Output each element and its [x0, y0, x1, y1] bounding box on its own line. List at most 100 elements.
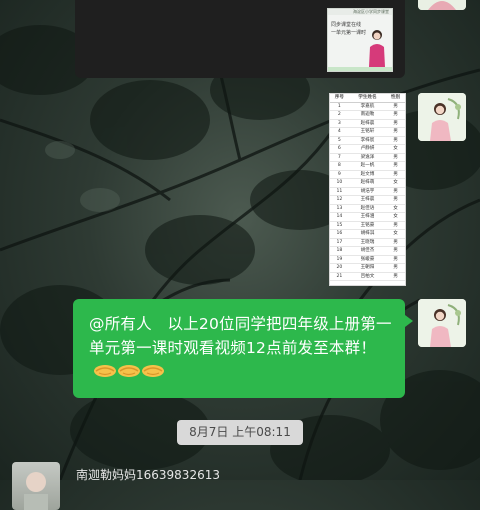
roster-cell-name: 王梓涵 — [348, 212, 387, 222]
roster-row: 8 赵一帆男 — [330, 161, 405, 171]
roster-cell-name: 王晓瑞 — [348, 238, 387, 247]
roster-cell-gender: 女 — [386, 178, 405, 188]
roster-row: 2 南迦勒男 — [330, 110, 405, 120]
roster-row: 14 王梓涵女 — [330, 212, 405, 222]
roster-cell-gender: 男 — [386, 170, 405, 179]
video-thumbnail[interactable]: 海淀区小学同步课堂 同步课堂在线 一单元第一课时 — [327, 8, 393, 72]
student-roster-image[interactable]: 序号 学生姓名 性别 1 李嘉航男 2 南迦勒男 3 赵梓晨男 4 王铭轩男 5 李梓宸男 6 卢静妍… — [329, 93, 406, 286]
message-bubble[interactable]: @所有人 以上20位同学把四年级上册第一单元第一课时观看视频12点前发至本群！ — [73, 299, 413, 398]
roster-cell-gender: 男 — [386, 238, 405, 247]
handshake-emoji-icon — [94, 364, 116, 377]
roster-cell-gender: 男 — [386, 127, 405, 137]
roster-cell-name: 王梓晨 — [348, 195, 387, 205]
thumb-caption: 同步课堂在线 一单元第一课时 — [331, 21, 367, 37]
self-avatar[interactable] — [418, 0, 466, 10]
roster-cell-name: 卢静妍 — [348, 144, 387, 154]
roster-header-gender: 性别 — [386, 94, 405, 103]
roster-cell-index: 18 — [330, 246, 349, 256]
roster-cell-index: 20 — [330, 263, 349, 273]
roster-row: 20 王朝阳男 — [330, 263, 405, 273]
self-avatar[interactable] — [418, 93, 466, 141]
message-timestamp: 8月7日 上午08:11 — [177, 420, 303, 445]
thumb-line-1: 同步课堂在线 — [331, 22, 362, 28]
roster-header-index: 序号 — [330, 94, 349, 103]
roster-cell-index: 11 — [330, 187, 349, 196]
roster-cell-name: 李梓宸 — [348, 136, 387, 145]
message-text: @所有人 以上20位同学把四年级上册第一单元第一课时观看视频12点前发至本群！ — [89, 312, 393, 385]
roster-cell-name: 赵梓晨 — [348, 119, 387, 128]
sender-avatar[interactable] — [12, 462, 60, 510]
sender-name: 南迦勒妈妈16639832613 — [76, 468, 220, 482]
roster-cell-gender: 男 — [386, 246, 405, 256]
roster-row: 3 赵梓晨男 — [330, 119, 405, 128]
woman-avatar-icon — [418, 93, 466, 141]
roster-table: 序号 学生姓名 性别 1 李嘉航男 2 南迦勒男 3 赵梓晨男 4 王铭轩男 5 李梓宸男 6 卢静妍… — [330, 94, 405, 281]
roster-cell-gender: 男 — [386, 136, 405, 145]
handshake-emoji-group — [93, 361, 165, 385]
roster-row: 13 赵佳语女 — [330, 204, 405, 213]
roster-cell-index: 3 — [330, 119, 349, 128]
roster-cell-gender: 男 — [386, 153, 405, 162]
roster-header-name: 学生姓名 — [348, 94, 387, 103]
roster-cell-gender: 男 — [386, 272, 405, 281]
roster-cell-name: 王朝阳 — [348, 263, 387, 273]
roster-cell-index: 6 — [330, 144, 349, 154]
roster-cell-gender: 男 — [386, 263, 405, 273]
video-message-card[interactable]: 海淀区小学同步课堂 同步课堂在线 一单元第一课时 — [75, 0, 405, 78]
roster-cell-index: 9 — [330, 170, 349, 179]
handshake-emoji-icon — [142, 364, 164, 377]
roster-cell-name: 张峻豪 — [348, 255, 387, 264]
message-body: @所有人 以上20位同学把四年级上册第一单元第一课时观看视频12点前发至本群！ — [89, 315, 392, 357]
thumb-line-2: 一单元第一课时 — [331, 30, 367, 36]
roster-row: 11 胡浩宇男 — [330, 187, 405, 196]
roster-cell-index: 8 — [330, 161, 349, 171]
roster-cell-gender: 男 — [386, 221, 405, 230]
roster-cell-name: 梁逸泽 — [348, 153, 387, 162]
roster-cell-gender: 女 — [386, 212, 405, 222]
roster-row: 10 赵梓萌女 — [330, 178, 405, 188]
roster-cell-gender: 男 — [386, 102, 405, 111]
roster-cell-index: 17 — [330, 238, 349, 247]
roster-cell-index: 16 — [330, 229, 349, 239]
self-avatar[interactable] — [418, 299, 466, 347]
roster-cell-gender: 男 — [386, 110, 405, 120]
thumb-header: 海淀区小学同步课堂 — [328, 9, 392, 15]
roster-row: 5 李梓宸男 — [330, 136, 405, 145]
roster-cell-name: 王铭豪 — [348, 221, 387, 230]
roster-cell-name: 胡佳杰 — [348, 246, 387, 256]
roster-cell-index: 21 — [330, 272, 349, 281]
roster-cell-name: 胡浩宇 — [348, 187, 387, 196]
roster-cell-name: 王铭轩 — [348, 127, 387, 137]
roster-row: 7 梁逸泽男 — [330, 153, 405, 162]
roster-row: 15 王铭豪男 — [330, 221, 405, 230]
roster-cell-gender: 男 — [386, 255, 405, 264]
teacher-figure-icon — [369, 30, 385, 67]
roster-cell-index: 13 — [330, 204, 349, 213]
roster-cell-index: 4 — [330, 127, 349, 137]
roster-cell-index: 15 — [330, 221, 349, 230]
roster-cell-index: 14 — [330, 212, 349, 222]
roster-row: 21 吕柏文男 — [330, 272, 405, 281]
roster-cell-name: 赵佳语 — [348, 204, 387, 213]
roster-cell-name: 赵一帆 — [348, 161, 387, 171]
roster-row: 9 赵文博男 — [330, 170, 405, 179]
roster-cell-name: 胡梓淇 — [348, 229, 387, 239]
roster-row: 19 张峻豪男 — [330, 255, 405, 264]
roster-cell-gender: 男 — [386, 195, 405, 205]
roster-cell-name: 赵文博 — [348, 170, 387, 179]
roster-cell-gender: 男 — [386, 187, 405, 196]
roster-cell-gender: 男 — [386, 119, 405, 128]
roster-cell-gender: 女 — [386, 204, 405, 213]
roster-row: 18 胡佳杰男 — [330, 246, 405, 256]
roster-row: 12 王梓晨男 — [330, 195, 405, 205]
roster-cell-index: 19 — [330, 255, 349, 264]
roster-cell-name: 李嘉航 — [348, 102, 387, 111]
child-avatar-icon — [24, 472, 48, 510]
roster-cell-index: 2 — [330, 110, 349, 120]
roster-cell-gender: 女 — [386, 229, 405, 239]
roster-cell-gender: 男 — [386, 161, 405, 171]
roster-cell-name: 南迦勒 — [348, 110, 387, 120]
roster-cell-index: 12 — [330, 195, 349, 205]
woman-avatar-icon — [418, 0, 466, 10]
roster-cell-gender: 女 — [386, 144, 405, 154]
